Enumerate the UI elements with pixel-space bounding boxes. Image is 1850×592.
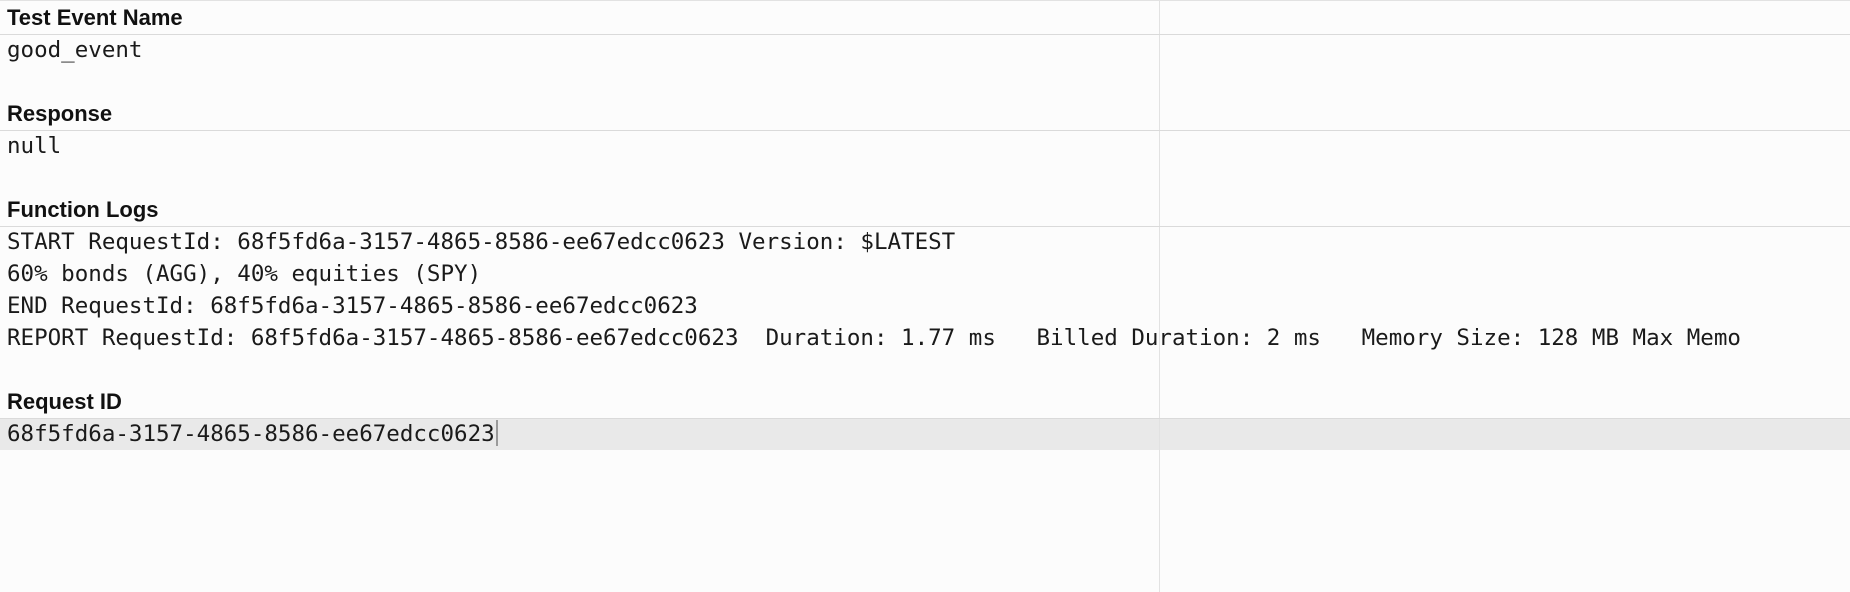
log-line-start[interactable]: START RequestId: 68f5fd6a-3157-4865-8586… xyxy=(7,226,955,258)
request-id-line[interactable]: 68f5fd6a-3157-4865-8586-ee67edcc0623 xyxy=(7,418,498,450)
top-border xyxy=(0,0,1850,1)
log-line-output[interactable]: 60% bonds (AGG), 40% equities (SPY) xyxy=(7,258,481,290)
test-event-name-label: Test Event Name xyxy=(7,5,183,30)
log-line-end[interactable]: END RequestId: 68f5fd6a-3157-4865-8586-e… xyxy=(7,290,698,322)
request-id-label: Request ID xyxy=(7,389,122,414)
test-result-panel: { "sections": { "test_event_name": { "la… xyxy=(0,0,1850,592)
function-logs-label: Function Logs xyxy=(7,197,159,222)
response-divider xyxy=(0,130,1850,131)
test-event-name-value[interactable]: good_event xyxy=(7,34,142,66)
request-id-value[interactable]: 68f5fd6a-3157-4865-8586-ee67edcc0623 xyxy=(7,421,495,447)
test-event-name-divider xyxy=(0,34,1850,35)
response-label: Response xyxy=(7,101,113,126)
text-caret xyxy=(495,420,498,446)
print-margin-guide xyxy=(1159,0,1160,592)
log-line-report[interactable]: REPORT RequestId: 68f5fd6a-3157-4865-858… xyxy=(7,322,1741,354)
response-value[interactable]: null xyxy=(7,130,61,162)
